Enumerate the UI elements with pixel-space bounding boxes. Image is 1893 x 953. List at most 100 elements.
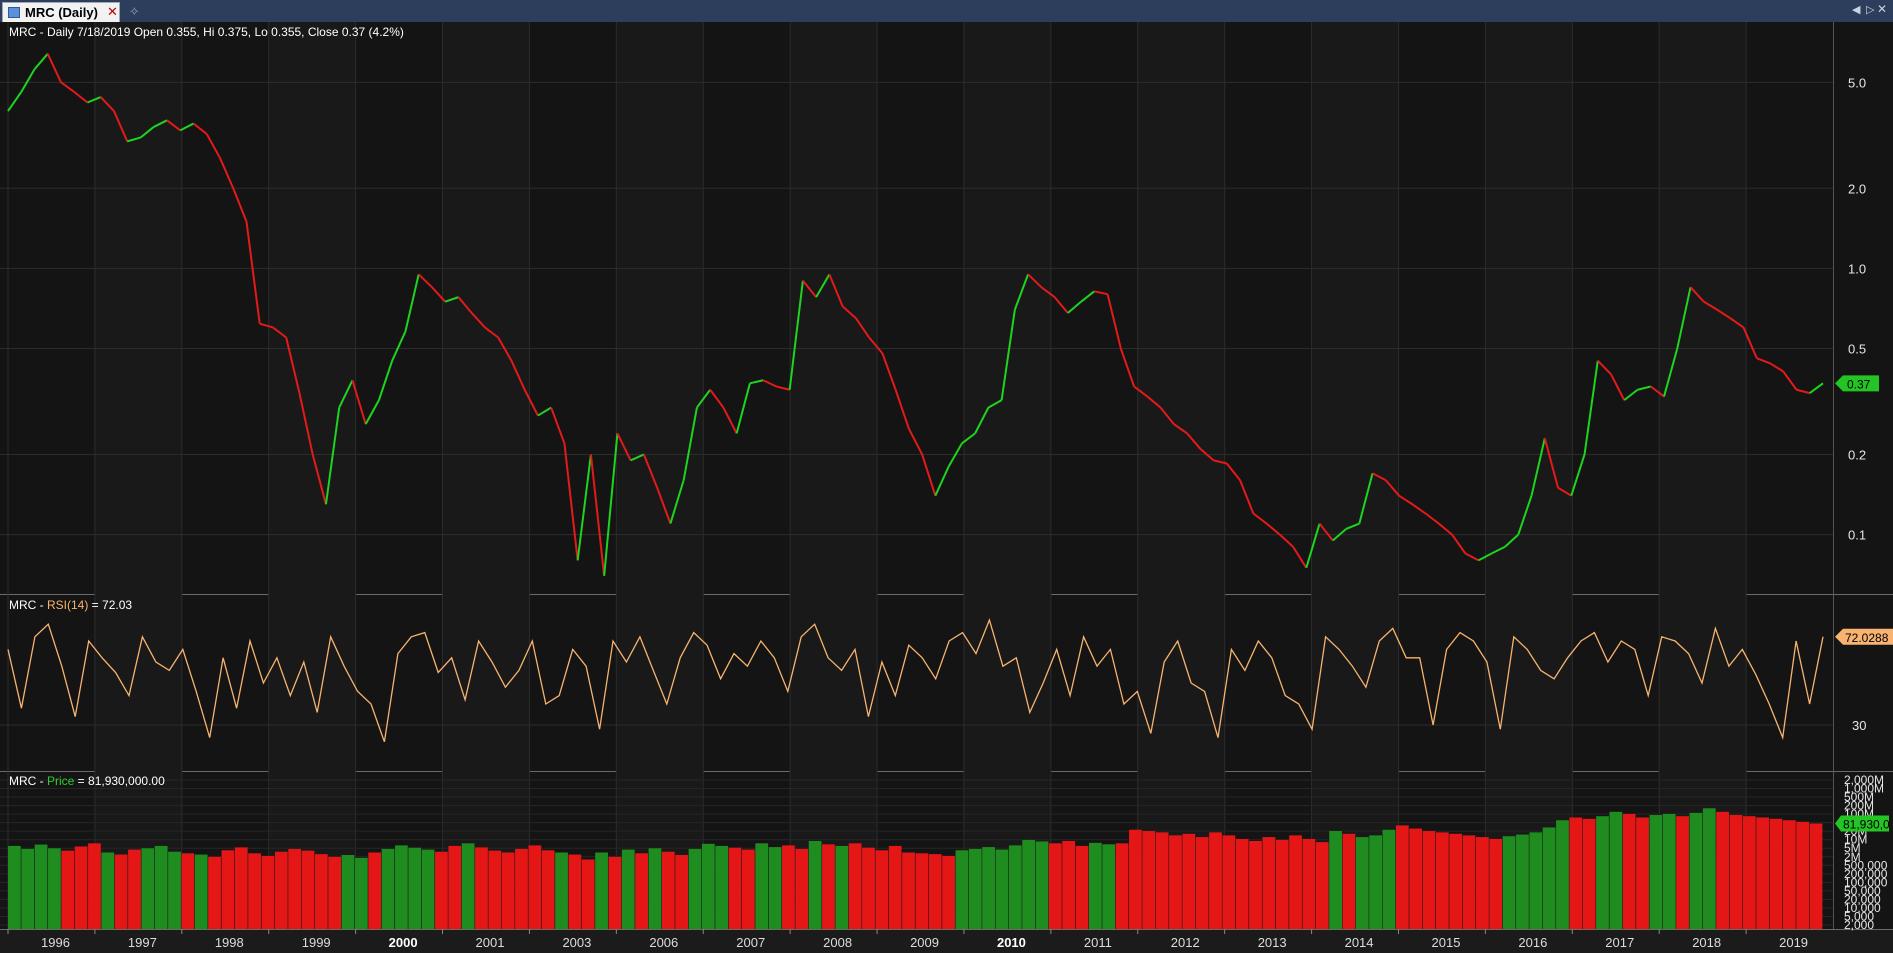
volume-bar: [61, 850, 75, 929]
volume-bar: [1329, 831, 1342, 929]
volume-bar: [448, 845, 462, 929]
rsi-legend-symbol: MRC -: [9, 598, 47, 612]
volume-bar: [822, 844, 835, 929]
volume-bar: [1809, 823, 1823, 929]
volume-bar: [1222, 835, 1236, 929]
volume-bar: [942, 855, 955, 929]
x-tick-label: 2013: [1258, 935, 1287, 950]
volume-last-value: 81,930,0: [1843, 818, 1890, 832]
x-tick-label: 2010: [997, 935, 1026, 950]
volume-bar: [48, 848, 61, 929]
volume-bar: [1489, 838, 1503, 929]
year-band: [616, 22, 704, 929]
volume-bar: [568, 854, 582, 929]
year-band: [1311, 22, 1399, 929]
volume-bar: [1782, 820, 1796, 929]
volume-bar: [1315, 842, 1329, 929]
x-tick-label: 2011: [1084, 935, 1112, 950]
chart-canvas[interactable]: 1996 1997 1998 1999 2000 2001 2003 2006 2007 2008…: [0, 22, 1893, 953]
volume-bar: [1169, 835, 1182, 929]
volume-bar: [1742, 816, 1756, 929]
volume-bar: [555, 852, 568, 929]
x-tick-label: 2017: [1605, 935, 1634, 950]
volume-bar: [875, 850, 889, 929]
x-tick-label: 1998: [215, 935, 244, 950]
volume-bar: [1355, 837, 1369, 929]
volume-bar: [1476, 837, 1489, 929]
volume-bar: [314, 854, 328, 929]
volume-bar: [1569, 817, 1583, 929]
volume-bar: [34, 844, 48, 929]
x-tick-label: 1999: [302, 935, 331, 950]
rsi-last-value: 72.0288: [1845, 631, 1889, 645]
volume-bar: [1422, 831, 1436, 929]
volume-bar: [381, 848, 395, 929]
volume-bar: [728, 847, 742, 929]
volume-bar: [101, 852, 115, 929]
volume-bar: [234, 847, 248, 929]
volume-bar: [8, 845, 21, 929]
close-tab-icon[interactable]: ✕: [107, 4, 118, 20]
price-last-value: 0.37: [1847, 377, 1871, 391]
price-y-tick-label: 0.2: [1848, 447, 1866, 462]
volume-bar: [1622, 813, 1636, 929]
x-tick-label: 2016: [1518, 935, 1547, 950]
x-tick-label: 2008: [823, 935, 852, 950]
price-y-tick-label: 5.0: [1848, 75, 1866, 90]
volume-bar: [1529, 832, 1543, 929]
close-window-icon[interactable]: ✕: [1877, 2, 1887, 16]
rsi-y-tick-label: 30: [1852, 718, 1866, 733]
volume-legend-symbol: MRC -: [9, 774, 47, 788]
chart-area[interactable]: 1996 1997 1998 1999 2000 2001 2003 2006 2007 2008…: [0, 22, 1893, 953]
volume-bar: [168, 851, 181, 929]
volume-bar: [581, 859, 595, 929]
volume-bar: [1662, 813, 1676, 929]
volume-bar: [261, 855, 275, 929]
volume-bar: [782, 845, 795, 929]
tab-mrc-daily[interactable]: MRC (Daily) ✕: [2, 2, 120, 22]
volume-bar: [1636, 817, 1649, 929]
volume-bar: [181, 853, 195, 929]
year-band: [790, 22, 878, 929]
volume-bar: [395, 845, 408, 929]
volume-bar: [982, 847, 995, 929]
volume-bar: [1155, 832, 1169, 929]
volume-bar: [301, 850, 315, 929]
volume-bar: [1048, 843, 1062, 929]
new-tab-icon[interactable]: ⟡: [130, 3, 139, 19]
price-legend: MRC - Daily 7/18/2019 Open 0.355, Hi 0.3…: [9, 25, 404, 39]
x-tick-label: 2012: [1171, 935, 1200, 950]
volume-bar: [1195, 837, 1209, 929]
volume-bar: [475, 847, 488, 929]
volume-bar: [141, 848, 155, 929]
volume-bar: [742, 849, 755, 929]
volume-bar: [501, 852, 515, 929]
scroll-left-icon[interactable]: ◀: [1852, 3, 1860, 16]
volume-bar: [1596, 816, 1609, 929]
volume-bar: [435, 851, 448, 929]
x-tick-label: 1996: [41, 935, 70, 950]
volume-bar: [888, 845, 902, 929]
volume-bar: [648, 848, 662, 929]
volume-bar: [248, 853, 261, 929]
volume-bar: [515, 848, 528, 929]
volume-bar: [995, 849, 1009, 929]
volume-bar: [1249, 841, 1262, 929]
volume-bar: [1409, 828, 1423, 929]
volume-legend-name: Price: [47, 774, 75, 788]
rsi-legend-name: RSI(14): [47, 598, 89, 612]
x-tick-label: 2019: [1779, 935, 1808, 950]
volume-bar: [608, 856, 622, 929]
scroll-right-icon[interactable]: ▷: [1866, 3, 1874, 16]
volume-bar: [274, 851, 288, 929]
volume-bar: [114, 854, 128, 929]
volume-bar: [1382, 829, 1396, 929]
rsi-legend-value: = 72.03: [88, 598, 133, 612]
volume-bar: [595, 852, 608, 929]
volume-bar: [354, 857, 368, 929]
volume-bar: [421, 849, 435, 929]
volume-bar: [688, 848, 702, 929]
volume-bar: [194, 854, 208, 929]
volume-bar: [21, 848, 35, 929]
x-tick-label: 2009: [910, 935, 939, 950]
